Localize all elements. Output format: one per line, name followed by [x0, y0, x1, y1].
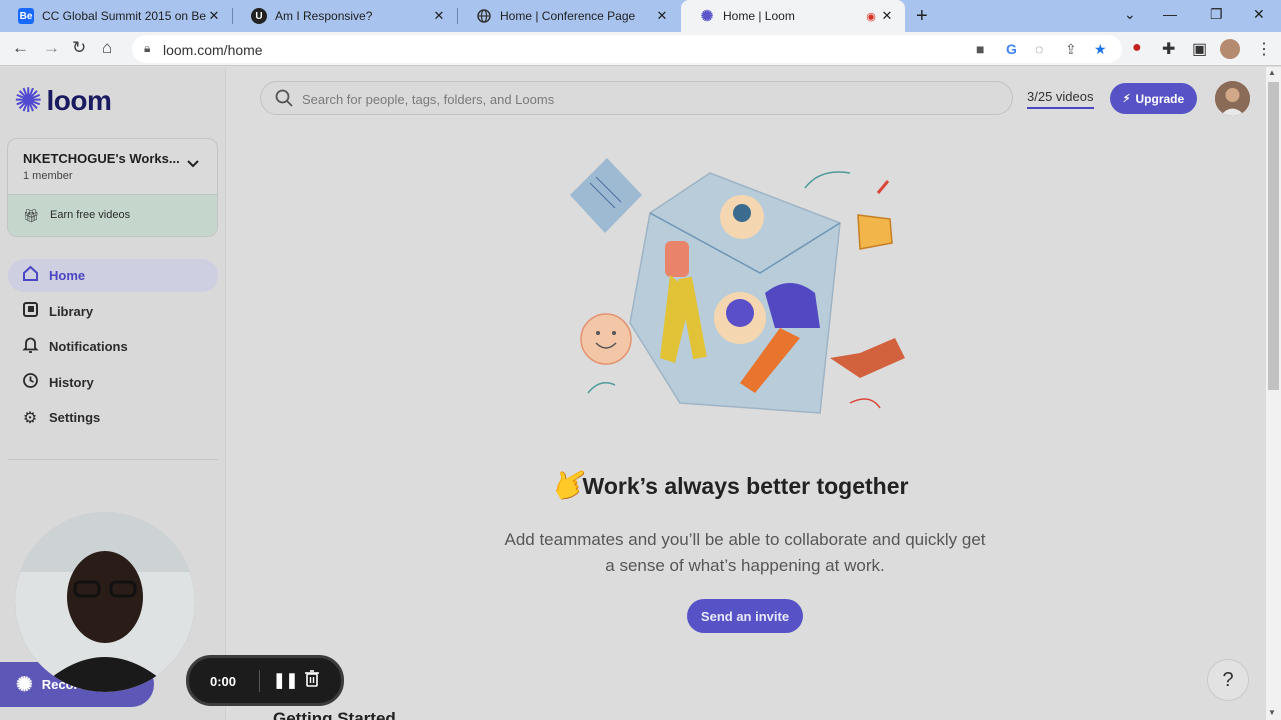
google-translate-icon[interactable]: G — [1006, 41, 1017, 57]
gear-icon: ⚙ — [22, 409, 38, 427]
restore-icon[interactable]: ❐ — [1210, 6, 1223, 23]
browser-tab-strip: Be CC Global Summit 2015 on Behance ✕ U … — [0, 0, 1281, 32]
send-invite-button[interactable]: Send an invite — [687, 599, 803, 633]
earn-free-videos-label: Earn free videos — [50, 209, 131, 221]
trash-icon[interactable] — [305, 670, 319, 692]
user-avatar[interactable] — [1215, 81, 1250, 116]
sidebar-item-label: History — [49, 375, 94, 390]
forward-icon[interactable]: → — [43, 38, 60, 58]
home-icon[interactable]: ⌂ — [102, 38, 112, 58]
recorder-controls: 0:00 ❚❚ — [186, 655, 344, 706]
upgrade-label: Upgrade — [1135, 91, 1185, 106]
empty-state-description: Add teammates and you’ll be able to coll… — [504, 530, 986, 575]
sidebar-item-label: Library — [49, 304, 94, 319]
browser-tab-behance[interactable]: Be CC Global Summit 2015 on Behance ✕ — [0, 0, 232, 32]
gift-icon: 🎁︎ — [23, 208, 40, 223]
loom-logo-icon: ✺ — [14, 82, 43, 120]
close-window-icon[interactable]: ✕ — [1253, 6, 1265, 23]
globe-icon — [476, 8, 492, 24]
close-tab-icon[interactable]: ✕ — [879, 8, 895, 24]
new-tab-button[interactable]: + — [916, 5, 928, 28]
pause-icon[interactable]: ❚❚ — [273, 671, 298, 689]
teammates-illustration — [570, 158, 905, 414]
side-panel-icon[interactable]: ▣ — [1192, 39, 1207, 59]
loom-icon: ✺ — [700, 8, 714, 25]
workspace-card[interactable]: NKETCHOGUE's Works... 1 member 🎁︎ Earn f… — [7, 138, 218, 237]
clock-icon — [19, 372, 41, 394]
browser-toolbar: ← → ↻ ⌂ 🔒︎ loom.com/home ■ G ◌ ⇪ ★ ● ✚ ▣… — [0, 32, 1281, 66]
sidebar-divider — [8, 459, 218, 460]
scroll-up-arrow-icon[interactable]: ▲ — [1268, 68, 1276, 77]
tab-search-icon[interactable]: ⌄ — [1124, 6, 1136, 23]
browser-tab-conference[interactable]: Home | Conference Page ✕ — [458, 0, 680, 32]
workspace-members: 1 member — [23, 170, 73, 182]
scroll-down-arrow-icon[interactable]: ▼ — [1268, 708, 1276, 717]
getting-started-heading: Getting Started — [273, 709, 396, 720]
extensions-puzzle-icon[interactable]: ✚ — [1162, 39, 1175, 59]
sidebar-item-label: Settings — [49, 410, 101, 425]
bookmark-star-icon[interactable]: ★ — [1094, 41, 1107, 58]
empty-state-title: Work’s always better together — [582, 473, 909, 499]
profile-avatar-icon[interactable] — [1220, 39, 1240, 59]
sidebar-item-home[interactable]: Home — [8, 259, 218, 292]
menu-kebab-icon[interactable]: ⋮ — [1256, 39, 1272, 59]
chevron-down-icon[interactable] — [187, 155, 199, 171]
sidebar-item-settings[interactable]: ⚙ Settings — [8, 401, 218, 434]
lightning-icon: ⚡︎ — [1122, 93, 1131, 105]
tab-title: CC Global Summit 2015 on Behance — [42, 9, 206, 23]
reload-icon[interactable]: ↻ — [72, 38, 86, 58]
loom-recorder-icon: ✺ — [16, 674, 33, 696]
tab-title: Home | Conference Page — [500, 9, 636, 23]
sidebar-item-label: Home — [49, 268, 86, 283]
search-icon — [275, 89, 293, 112]
recording-indicator-icon: ◉ — [866, 10, 876, 23]
minimize-icon[interactable]: — — [1163, 6, 1177, 22]
controls-divider — [259, 670, 260, 692]
eye-off-icon[interactable]: ◌ — [1035, 41, 1043, 57]
share-icon[interactable]: ⇪ — [1065, 41, 1077, 58]
browser-tab-loom[interactable]: ✺ Home | Loom ◉ ✕ — [681, 0, 905, 32]
close-tab-icon[interactable]: ✕ — [431, 8, 447, 24]
tab-title: Home | Loom — [723, 9, 795, 23]
lock-icon: 🔒︎ — [144, 41, 151, 55]
workspace-name: NKETCHOGUE's Works... — [23, 151, 180, 166]
back-icon[interactable]: ← — [12, 38, 29, 58]
sidebar-item-notifications[interactable]: Notifications — [8, 330, 218, 363]
videos-count-link[interactable]: 3/25 videos — [1027, 89, 1094, 109]
search-input[interactable] — [302, 89, 992, 109]
upgrade-button[interactable]: ⚡︎ Upgrade — [1110, 83, 1197, 114]
tab-title: Am I Responsive? — [275, 9, 373, 23]
address-bar[interactable]: 🔒︎ loom.com/home ■ G ◌ ⇪ ★ — [132, 35, 1122, 63]
browser-tab-am-i-responsive[interactable]: U Am I Responsive? ✕ — [233, 0, 457, 32]
close-tab-icon[interactable]: ✕ — [654, 8, 670, 24]
library-icon — [19, 301, 41, 323]
search-bar[interactable] — [260, 81, 1013, 115]
bell-icon — [19, 336, 41, 358]
sidebar-item-history[interactable]: History — [8, 366, 218, 399]
sidebar-item-label: Notifications — [49, 339, 128, 354]
camera-icon[interactable]: ■ — [976, 41, 984, 57]
am-i-responsive-icon: U — [251, 8, 267, 24]
extension-record-icon[interactable]: ● — [1132, 39, 1142, 57]
loom-wordmark: loom — [46, 85, 112, 116]
sidebar-item-library[interactable]: Library — [8, 295, 218, 328]
scrollbar-thumb[interactable] — [1268, 82, 1279, 390]
webcam-bubble[interactable] — [15, 512, 195, 692]
loom-logo[interactable]: ✺ loom — [14, 82, 112, 120]
recording-timer: 0:00 — [210, 674, 237, 689]
home-icon — [19, 265, 41, 287]
close-tab-icon[interactable]: ✕ — [206, 8, 222, 24]
behance-icon: Be — [18, 8, 34, 24]
url-text: loom.com/home — [163, 42, 263, 58]
help-button[interactable]: ? — [1207, 659, 1249, 701]
earn-free-videos-link[interactable]: 🎁︎ Earn free videos — [8, 194, 217, 236]
